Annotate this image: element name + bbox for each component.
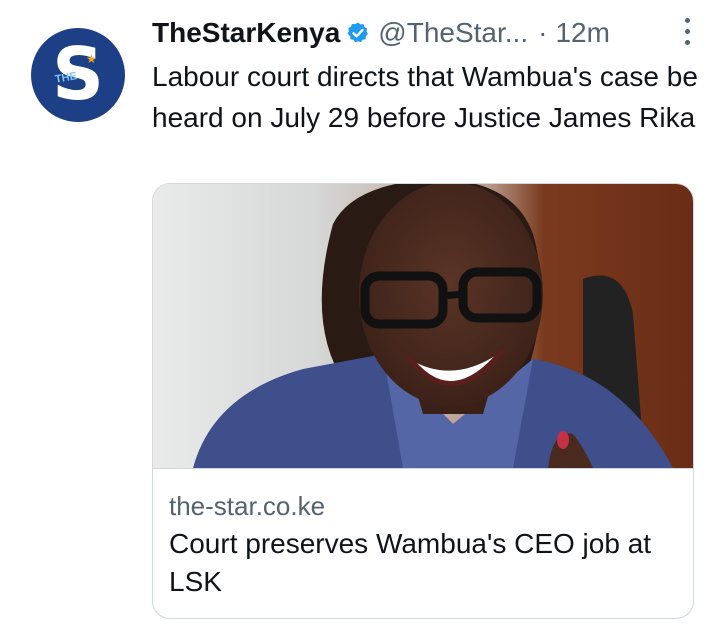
tweet[interactable]: S THE ★ TheStarKenya @TheStar... · 12m L… — [0, 0, 720, 634]
more-vertical-icon[interactable] — [682, 18, 692, 48]
tweet-text: Labour court directs that Wambua's case … — [152, 61, 698, 133]
timestamp[interactable]: 12m — [555, 10, 609, 56]
display-name[interactable]: TheStarKenya — [152, 10, 340, 56]
card-image[interactable] — [153, 184, 693, 468]
avatar-letter: S — [52, 32, 104, 116]
verified-badge-icon — [347, 22, 369, 43]
card-meta[interactable]: the-star.co.ke Court preserves Wambua's … — [153, 468, 693, 618]
separator-dot: · — [538, 17, 548, 48]
star-icon: ★ — [86, 52, 97, 66]
card-photo — [153, 184, 693, 468]
avatar[interactable]: S THE ★ — [31, 28, 125, 122]
tweet-header: TheStarKenya @TheStar... · 12m — [152, 10, 712, 56]
card-title: Court preserves Wambua's CEO job at LSK — [169, 528, 652, 597]
card-domain: the-star.co.ke — [169, 491, 326, 521]
link-card[interactable]: the-star.co.ke Court preserves Wambua's … — [152, 183, 694, 619]
handle[interactable]: @TheStar... — [378, 10, 528, 56]
